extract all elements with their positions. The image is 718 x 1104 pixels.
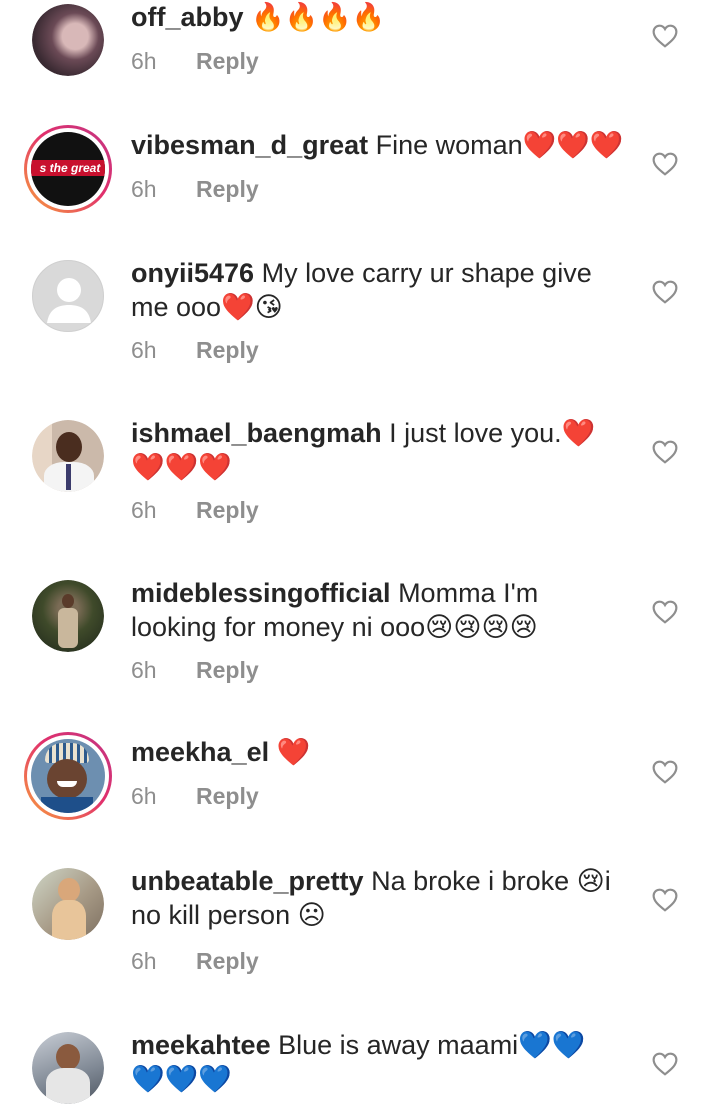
- timestamp: 6h: [131, 497, 157, 523]
- heart-outline-icon[interactable]: [652, 152, 678, 176]
- timestamp: 6h: [131, 657, 157, 683]
- username[interactable]: meekha_el: [131, 737, 269, 767]
- avatar[interactable]: [32, 4, 104, 76]
- avatar-text: s the great: [31, 160, 105, 176]
- username[interactable]: off_abby: [131, 2, 244, 32]
- heart-outline-icon[interactable]: [652, 760, 678, 784]
- avatar[interactable]: [32, 580, 104, 652]
- reply-button[interactable]: Reply: [196, 948, 259, 974]
- timestamp: 6h: [131, 176, 157, 202]
- comment-text: Fine woman❤️❤️❤️: [368, 130, 624, 160]
- comment-text: 🔥🔥🔥🔥: [243, 2, 386, 32]
- heart-outline-icon[interactable]: [652, 600, 678, 624]
- heart-outline-icon[interactable]: [652, 1052, 678, 1076]
- heart-outline-icon[interactable]: [652, 280, 678, 304]
- comment-text: ❤️: [269, 737, 311, 767]
- reply-button[interactable]: Reply: [196, 48, 259, 74]
- heart-outline-icon[interactable]: [652, 24, 678, 48]
- avatar[interactable]: s the great: [24, 125, 112, 213]
- timestamp: 6h: [131, 337, 157, 363]
- username[interactable]: vibesman_d_great: [131, 130, 368, 160]
- username[interactable]: onyii5476: [131, 258, 254, 288]
- username[interactable]: unbeatable_pretty: [131, 866, 364, 896]
- avatar[interactable]: [32, 1032, 104, 1104]
- timestamp: 6h: [131, 48, 157, 74]
- avatar[interactable]: [32, 868, 104, 940]
- reply-button[interactable]: Reply: [196, 657, 259, 683]
- timestamp: 6h: [131, 948, 157, 974]
- reply-button[interactable]: Reply: [196, 176, 259, 202]
- avatar[interactable]: [32, 260, 104, 332]
- username[interactable]: mideblessingofficial: [131, 578, 391, 608]
- username[interactable]: meekahtee: [131, 1030, 271, 1060]
- heart-outline-icon[interactable]: [652, 888, 678, 912]
- reply-button[interactable]: Reply: [196, 337, 259, 363]
- reply-button[interactable]: Reply: [196, 497, 259, 523]
- heart-outline-icon[interactable]: [652, 440, 678, 464]
- default-avatar-icon: [47, 278, 91, 323]
- avatar[interactable]: [24, 732, 112, 820]
- avatar[interactable]: [32, 420, 104, 492]
- reply-button[interactable]: Reply: [196, 783, 259, 809]
- timestamp: 6h: [131, 783, 157, 809]
- username[interactable]: ishmael_baengmah: [131, 418, 382, 448]
